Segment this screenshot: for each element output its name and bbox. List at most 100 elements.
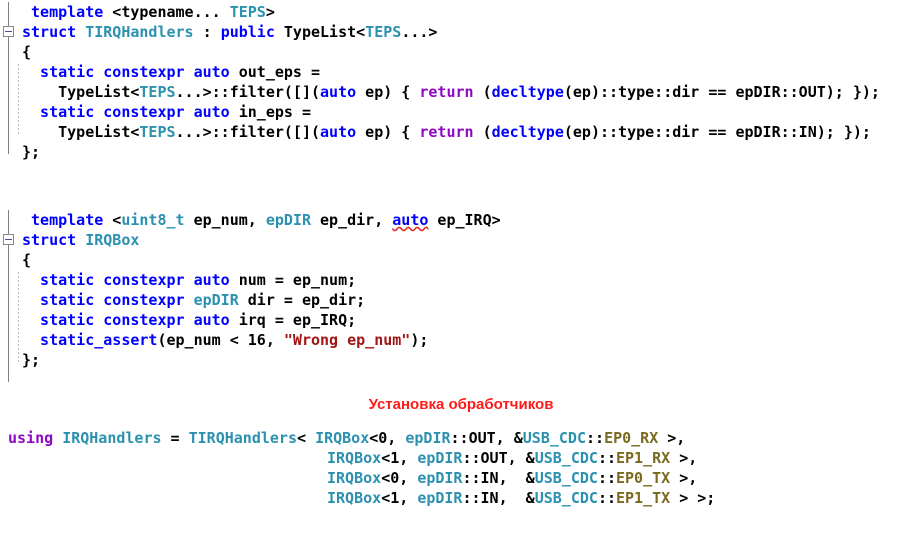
code-token: TypeList< <box>58 83 140 101</box>
code-line[interactable]: static constexpr auto out_eps = <box>0 62 922 82</box>
code-line[interactable]: TypeList<TEPS...>::filter([](auto ep) { … <box>0 122 922 142</box>
code-token: IRQBox <box>85 231 140 249</box>
code-token: static constexpr auto <box>40 103 230 121</box>
code-token: static constexpr <box>40 291 194 309</box>
code-token: auto <box>320 123 357 141</box>
code-token: using <box>8 429 54 447</box>
code-token: epDIR <box>417 469 463 487</box>
code-token: decltype <box>491 123 564 141</box>
code-line[interactable]: struct TIRQHandlers : public TypeList<TE… <box>0 22 922 42</box>
code-token: : <box>193 23 221 41</box>
code-token: ep_IRQ> <box>428 211 501 229</box>
code-editor-view[interactable]: template <typename... TEPS> struct TIRQHa… <box>0 0 922 533</box>
code-token: template <box>31 3 113 21</box>
code-token: ep_num, <box>184 211 266 229</box>
code-token: ...>::filter([]( <box>175 123 321 141</box>
indent-guide <box>18 64 19 136</box>
code-token: <typename... <box>112 3 230 21</box>
code-line[interactable]: template <typename... TEPS> <box>0 2 922 22</box>
code-line[interactable]: static constexpr epDIR dir = ep_dir; <box>0 290 922 310</box>
code-token: ...>::filter([]( <box>175 83 321 101</box>
indent-guide <box>18 272 19 364</box>
code-token: USB_CDC <box>534 449 598 467</box>
code-token: IRQBox <box>327 489 382 507</box>
code-line[interactable]: static constexpr auto num = ep_num; <box>0 270 922 290</box>
code-token: "Wrong ep_num" <box>283 331 411 349</box>
code-line[interactable]: IRQBox<1, epDIR::IN, &USB_CDC::EP1_TX > … <box>0 488 922 508</box>
code-token: epDIR <box>417 489 463 507</box>
code-token: TEPS <box>139 83 176 101</box>
irqhandlers-alias-block: using IRQHandlers = TIRQHandlers< IRQBox… <box>0 428 922 508</box>
code-token: USB_CDC <box>534 469 598 487</box>
code-token: <1, <box>381 449 418 467</box>
code-token: TypeList< <box>274 23 366 41</box>
collapse-minus-icon[interactable] <box>3 234 14 245</box>
code-line[interactable]: TypeList<TEPS...>::filter([](auto ep) { … <box>0 82 922 102</box>
code-token: template <box>31 211 113 229</box>
code-token: static constexpr auto <box>40 63 230 81</box>
code-token: (ep_num < 16, <box>157 331 284 349</box>
tirqhandlers-block: template <typename... TEPS> struct TIRQHa… <box>0 2 922 162</box>
code-token: in_eps = <box>229 103 311 121</box>
code-token: TEPS <box>229 3 266 21</box>
code-line[interactable]: { <box>0 250 922 270</box>
code-token: ); <box>410 331 429 349</box>
code-token: epDIR <box>265 211 311 229</box>
code-token: ::OUT, & <box>450 429 523 447</box>
code-line[interactable]: { <box>0 42 922 62</box>
code-line[interactable]: static constexpr auto irq = ep_IRQ; <box>0 310 922 330</box>
code-token: public <box>220 23 275 41</box>
code-token: epDIR <box>193 291 239 309</box>
code-token: >, <box>658 429 686 447</box>
code-line[interactable]: template <uint8_t ep_num, epDIR ep_dir, … <box>0 210 922 230</box>
code-token: EP1_TX <box>616 489 671 507</box>
code-token: static constexpr auto <box>40 311 230 329</box>
code-token: decltype <box>491 83 564 101</box>
collapse-minus-icon[interactable] <box>3 26 14 37</box>
code-token: epDIR <box>417 449 463 467</box>
code-token: dir = ep_dir; <box>238 291 366 309</box>
code-fold-rail <box>8 2 9 154</box>
code-token: }; <box>22 351 41 369</box>
code-line[interactable]: }; <box>0 142 922 162</box>
code-line[interactable]: IRQBox<0, epDIR::IN, &USB_CDC::EP0_TX >, <box>0 468 922 488</box>
code-token: EP0_RX <box>604 429 659 447</box>
code-token: ( <box>473 83 492 101</box>
code-token: IRQBox <box>327 449 382 467</box>
code-token: IRQHandlers <box>62 429 162 447</box>
code-token: struct <box>22 23 86 41</box>
code-token: ::IN, & <box>462 469 535 487</box>
code-token: TIRQHandlers <box>188 429 297 447</box>
code-token: ( <box>473 123 492 141</box>
code-line[interactable]: struct IRQBox <box>0 230 922 250</box>
code-token: out_eps = <box>229 63 321 81</box>
section-heading: Установка обработчиков <box>368 396 554 413</box>
code-token: >, <box>670 469 698 487</box>
code-token: static_assert <box>40 331 158 349</box>
code-line[interactable]: static constexpr auto in_eps = <box>0 102 922 122</box>
code-token: return <box>419 83 474 101</box>
code-token: auto <box>320 83 357 101</box>
code-token: EP1_RX <box>616 449 671 467</box>
code-token: (ep)::type::dir == epDIR::IN); }); <box>563 123 871 141</box>
code-token: irq = ep_IRQ; <box>229 311 357 329</box>
code-token: ::OUT, & <box>462 449 535 467</box>
code-token: EP0_TX <box>616 469 671 487</box>
code-token: ep_dir, <box>310 211 393 229</box>
code-line[interactable]: using IRQHandlers = TIRQHandlers< IRQBox… <box>0 428 922 448</box>
irqbox-block: template <uint8_t ep_num, epDIR ep_dir, … <box>0 210 922 382</box>
code-token: ...> <box>401 23 438 41</box>
code-token: <1, <box>381 489 418 507</box>
code-line[interactable]: static_assert(ep_num < 16, "Wrong ep_num… <box>0 330 922 350</box>
code-token: (ep)::type::dir == epDIR::OUT); }); <box>563 83 880 101</box>
code-token: >, <box>670 449 698 467</box>
code-token: IRQBox <box>315 429 370 447</box>
code-token: epDIR <box>405 429 451 447</box>
code-token: ep) { <box>356 123 420 141</box>
code-token: TEPS <box>139 123 176 141</box>
code-token: { <box>22 43 32 61</box>
code-token: TypeList< <box>58 123 140 141</box>
code-line[interactable]: }; <box>0 350 922 370</box>
code-line[interactable]: IRQBox<1, epDIR::OUT, &USB_CDC::EP1_RX >… <box>0 448 922 468</box>
